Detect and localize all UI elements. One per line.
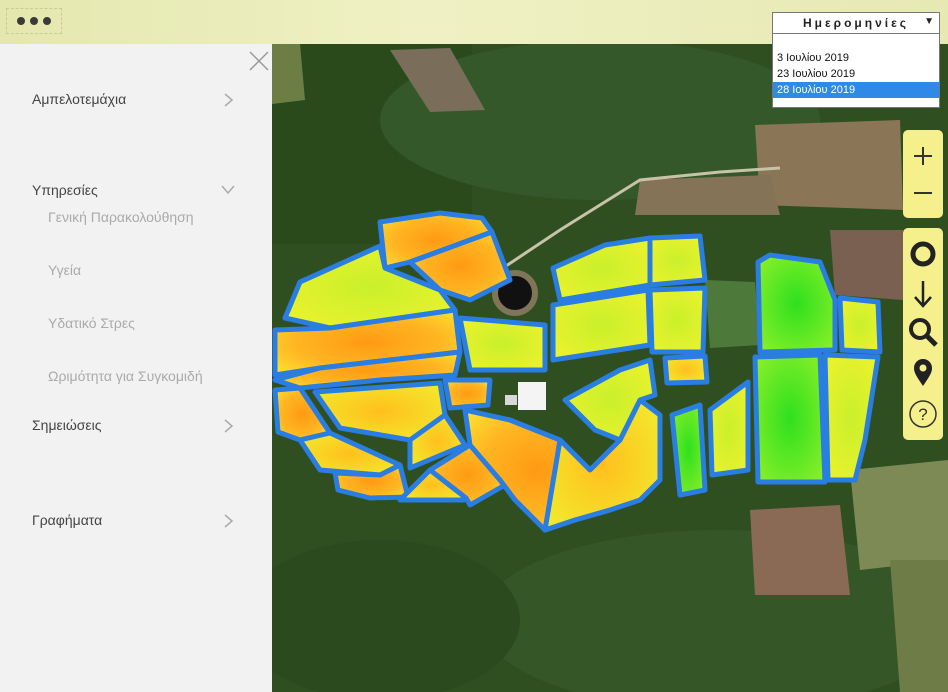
service-harvest-maturity[interactable]: Ωριμότητα για Συγκομιδή	[48, 368, 203, 384]
dot-icon	[30, 17, 38, 25]
chevron-right-icon[interactable]	[221, 93, 235, 107]
close-icon[interactable]	[248, 50, 270, 72]
zoom-in-icon[interactable]	[907, 140, 939, 172]
service-health[interactable]: Υγεία	[48, 262, 81, 278]
chevron-down-icon[interactable]	[221, 182, 235, 196]
sidebar: Αμπελοτεμάχια Υπηρεσίες Γενική Παρακολού…	[0, 44, 272, 692]
service-general-monitoring[interactable]: Γενική Παρακολούθηση	[48, 209, 194, 225]
dot-icon	[17, 17, 25, 25]
dates-dropdown-header[interactable]: Ημερομηνίες ▼	[772, 12, 940, 34]
sidebar-item-charts[interactable]: Γραφήματα	[32, 512, 102, 528]
svg-text:?: ?	[918, 405, 927, 424]
more-options-button[interactable]	[6, 8, 62, 34]
sidebar-item-notes[interactable]: Σημειώσεις	[32, 417, 102, 433]
help-icon[interactable]: ?	[907, 398, 939, 430]
dates-label: Ημερομηνίες	[802, 16, 910, 30]
circle-icon[interactable]	[907, 238, 939, 270]
date-option[interactable]: 23 Ιουλίου 2019	[773, 66, 939, 82]
download-arrow-icon[interactable]	[907, 278, 939, 310]
location-pin-icon[interactable]	[907, 356, 939, 388]
search-icon[interactable]	[907, 316, 939, 348]
zoom-controls	[903, 130, 943, 218]
chevron-right-icon[interactable]	[221, 419, 235, 433]
dot-icon	[43, 17, 51, 25]
map-tools: ?	[903, 228, 943, 440]
chevron-right-icon[interactable]	[221, 514, 235, 528]
dropdown-arrow-icon[interactable]: ▼	[924, 16, 934, 27]
top-bar: Ημερομηνίες ▼ 3 Ιουλίου 2019 23 Ιουλίου …	[0, 0, 948, 108]
sidebar-item-vineyards[interactable]: Αμπελοτεμάχια	[32, 91, 126, 107]
dates-list: 3 Ιουλίου 2019 23 Ιουλίου 2019 28 Ιουλίο…	[772, 34, 940, 108]
date-option-selected[interactable]: 28 Ιουλίου 2019	[773, 82, 939, 98]
dates-dropdown[interactable]: Ημερομηνίες ▼ 3 Ιουλίου 2019 23 Ιουλίου …	[772, 12, 940, 108]
zoom-out-icon[interactable]	[907, 177, 939, 209]
service-water-stress[interactable]: Υδατικό Στρες	[48, 315, 135, 331]
date-option[interactable]: 3 Ιουλίου 2019	[773, 50, 939, 66]
sidebar-item-services[interactable]: Υπηρεσίες	[32, 182, 98, 198]
